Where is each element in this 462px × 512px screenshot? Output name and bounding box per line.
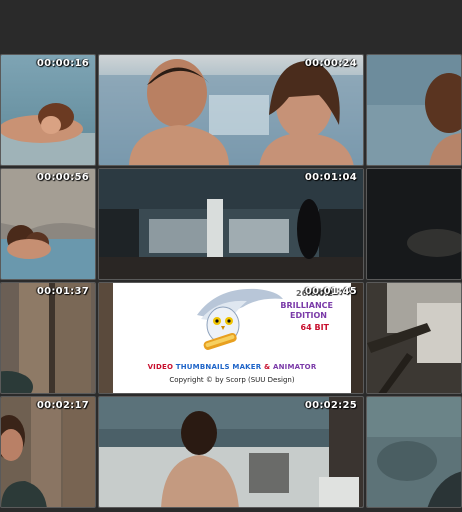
thumbnail-5[interactable]: 00:01:04 bbox=[98, 168, 364, 280]
timestamp: 00:02:17 bbox=[36, 400, 89, 411]
timestamp: 00:00:56 bbox=[36, 172, 89, 183]
thumbnail-12[interactable] bbox=[366, 396, 462, 508]
edition-line-1: BRILLIANCE bbox=[280, 301, 333, 310]
timestamp: 00:02:25 bbox=[304, 400, 357, 411]
product-title: VIDEO THUMBNAILS MAKER & ANIMATOR bbox=[113, 363, 351, 371]
frame-image bbox=[367, 397, 461, 507]
thumbnail-1[interactable]: 00:00:16 bbox=[0, 54, 96, 166]
frame-image bbox=[99, 55, 363, 165]
timestamp: 00:00:24 bbox=[304, 58, 357, 69]
title-ampersand: & bbox=[261, 363, 273, 371]
title-animator: ANIMATOR bbox=[272, 363, 317, 371]
thumbnail-9[interactable] bbox=[366, 282, 462, 394]
bits-label: 64 BIT bbox=[300, 323, 329, 332]
timestamp: 00:01:37 bbox=[36, 286, 89, 297]
thumbnail-6[interactable] bbox=[366, 168, 462, 280]
copyright-text: Copyright © by Scorp (SUU Design) bbox=[169, 376, 295, 384]
frame-image bbox=[367, 169, 461, 279]
thumbnail-11[interactable]: 00:02:25 bbox=[98, 396, 364, 508]
timestamp: 00:00:16 bbox=[36, 58, 89, 69]
thumbnail-grid: 00:00:16 00:00:24 00:00:56 00:01:04 00:0… bbox=[0, 52, 462, 512]
timestamp: 00:01:45 bbox=[304, 286, 357, 297]
logo-card: 26.0.0.2 BRILLIANCE EDITION 64 BIT VIDEO… bbox=[113, 283, 351, 393]
title-thumbnails-maker: THUMBNAILS MAKER bbox=[175, 363, 262, 371]
thumbnail-4[interactable]: 00:00:56 bbox=[0, 168, 96, 280]
top-bar bbox=[0, 0, 462, 50]
frame-image bbox=[1, 169, 95, 279]
frame-image bbox=[1, 55, 95, 165]
frame-image bbox=[1, 397, 95, 507]
title-video: VIDEO bbox=[147, 363, 176, 371]
thumbnail-8[interactable]: 26.0.0.2 BRILLIANCE EDITION 64 BIT VIDEO… bbox=[98, 282, 364, 394]
frame-image bbox=[367, 283, 461, 393]
thumbnail-7[interactable]: 00:01:37 bbox=[0, 282, 96, 394]
frame-image bbox=[99, 397, 363, 507]
owl-logo-icon bbox=[197, 288, 283, 350]
thumbnail-2[interactable]: 00:00:24 bbox=[98, 54, 364, 166]
timestamp: 00:01:04 bbox=[304, 172, 357, 183]
thumbnail-3[interactable] bbox=[366, 54, 462, 166]
frame-image bbox=[1, 283, 95, 393]
thumbnail-10[interactable]: 00:02:17 bbox=[0, 396, 96, 508]
frame-image bbox=[367, 55, 461, 165]
edition-line-2: EDITION bbox=[289, 311, 327, 320]
frame-image bbox=[99, 169, 363, 279]
